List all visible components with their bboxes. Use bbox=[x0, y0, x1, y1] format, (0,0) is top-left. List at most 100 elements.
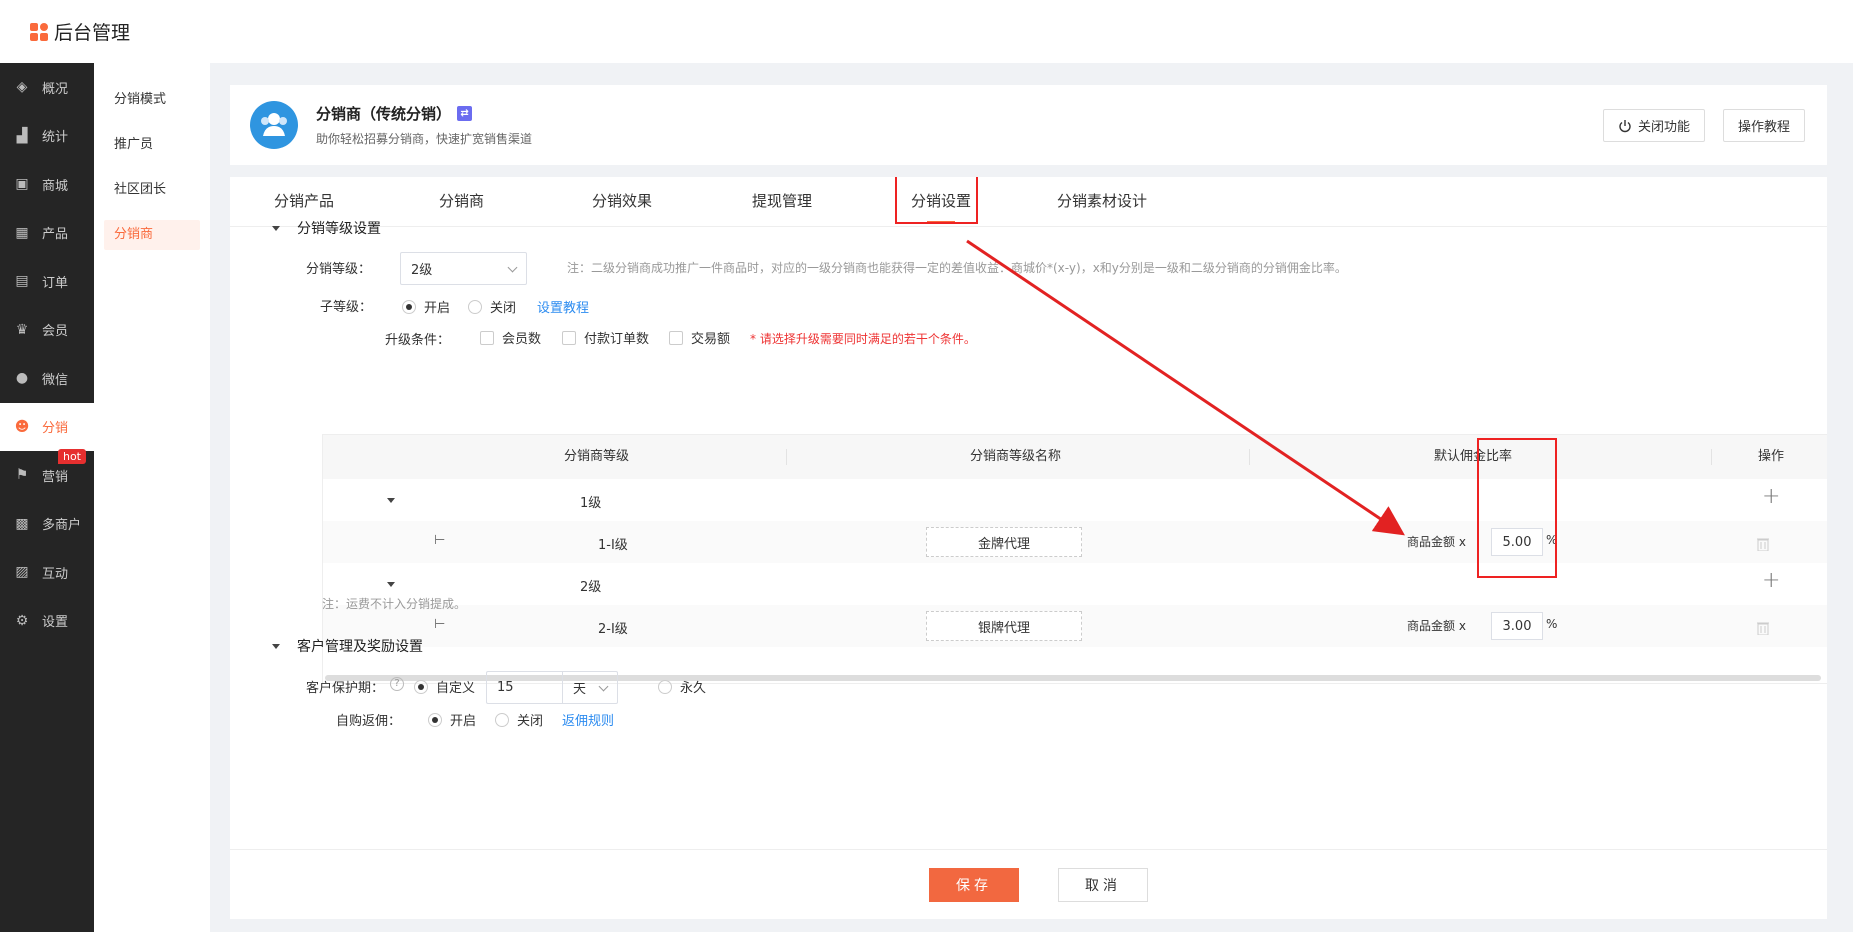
sub-level-label: 子等级： bbox=[320, 300, 373, 315]
nav-item-6[interactable]: ● 微信 bbox=[0, 354, 94, 403]
main-nav: ◈ 概况 ▟ 统计 ▣ 商城 ▦ 产品 ▤ 订单 ♛ 会员 ● 微信 ☻ 分销 ⚑ 营销 hot ▩ 多商户 ▨ 互动 ⚙ 设置 bbox=[0, 63, 94, 932]
rebate-off-label: 关闭 bbox=[517, 714, 544, 729]
rebate-on-radio[interactable]: 开启 bbox=[428, 710, 476, 729]
chart-icon: ▟ bbox=[16, 127, 28, 144]
plugin-title-text: 分销商（传统分销） bbox=[316, 105, 452, 123]
nav-item-8[interactable]: ⚑ 营销 hot bbox=[0, 449, 94, 500]
plugin-avatar-icon bbox=[250, 101, 298, 149]
hot-badge: hot bbox=[57, 449, 86, 464]
col-divider bbox=[1249, 449, 1250, 465]
col-name: 分销商等级名称 bbox=[970, 449, 1062, 464]
protect-unit-value: 天 bbox=[573, 682, 587, 697]
order-icon: ▤ bbox=[15, 273, 29, 290]
add-sublevel-button[interactable]: + bbox=[1762, 484, 1780, 509]
level-label: 分销等级： bbox=[306, 262, 372, 277]
nav-item-2[interactable]: ▣ 商城 bbox=[0, 160, 94, 209]
nav-item-4[interactable]: ▤ 订单 bbox=[0, 257, 94, 306]
level-name-input[interactable]: 金牌代理 bbox=[926, 527, 1082, 557]
protect-unit-select[interactable]: 天 bbox=[562, 671, 618, 704]
help-icon[interactable]: ? bbox=[390, 677, 404, 691]
subnav-item-3[interactable]: 分销商 bbox=[104, 220, 200, 250]
subnav-item-0[interactable]: 分销模式 bbox=[104, 85, 200, 115]
rate-input[interactable]: 3.00 bbox=[1491, 612, 1543, 640]
settings-panel: 分销产品 分销商 分销效果 提现管理 分销设置 分销素材设计 分销等级设置 分销… bbox=[230, 177, 1827, 849]
top-header: 后台管理 bbox=[0, 0, 1853, 63]
nav-item-11[interactable]: ⚙ 设置 bbox=[0, 597, 94, 646]
nav-item-5[interactable]: ♛ 会员 bbox=[0, 306, 94, 355]
expand-caret-icon[interactable] bbox=[387, 498, 395, 503]
rate-prefix: 商品金额 x bbox=[1407, 619, 1466, 633]
save-button[interactable]: 保存 bbox=[929, 868, 1019, 902]
protect-forever-label: 永久 bbox=[680, 681, 707, 696]
add-sublevel-button[interactable]: + bbox=[1762, 568, 1780, 593]
table-row: 1级 + bbox=[323, 479, 1827, 521]
nav-item-7[interactable]: ☻ 分销 bbox=[0, 402, 94, 451]
close-feature-button[interactable]: 关闭功能 bbox=[1602, 109, 1705, 142]
close-feature-label: 关闭功能 bbox=[1637, 120, 1690, 135]
crown-icon: ♛ bbox=[15, 321, 29, 338]
nav-item-label: 分销 bbox=[42, 421, 69, 437]
rebate-off-radio[interactable]: 关闭 bbox=[495, 710, 543, 729]
nav-item-1[interactable]: ▟ 统计 bbox=[0, 112, 94, 161]
nav-item-3[interactable]: ▦ 产品 bbox=[0, 209, 94, 258]
nav-item-label: 统计 bbox=[42, 130, 69, 146]
level-select[interactable]: 2级 bbox=[400, 252, 527, 285]
trash-icon[interactable] bbox=[1757, 537, 1769, 551]
plugin-header: 分销商（传统分销） ⇄ 助你轻松招募分销商，快速扩宽销售渠道 关闭功能 操作教程 bbox=[230, 85, 1827, 165]
upgrade-amount-label: 交易额 bbox=[691, 332, 731, 347]
table-header: 分销商等级 分销商等级名称 默认佣金比率 操作 bbox=[323, 435, 1827, 479]
subnav-item-1[interactable]: 推广员 bbox=[104, 130, 200, 160]
level-section-title[interactable]: 分销等级设置 bbox=[272, 218, 381, 238]
users-icon: ☻ bbox=[14, 418, 30, 435]
col-divider bbox=[1711, 449, 1712, 465]
upgrade-members-checkbox[interactable]: 会员数 bbox=[480, 328, 541, 347]
tab-distributors[interactable]: 分销商 bbox=[439, 177, 484, 227]
nav-item-10[interactable]: ▨ 互动 bbox=[0, 548, 94, 597]
level-cell: 2-I级 bbox=[598, 622, 628, 637]
nav-item-9[interactable]: ▩ 多商户 bbox=[0, 500, 94, 549]
expand-caret-icon[interactable] bbox=[387, 582, 395, 587]
nav-item-label: 微信 bbox=[42, 372, 69, 388]
interact-icon: ▨ bbox=[15, 564, 29, 581]
tab-effect[interactable]: 分销效果 bbox=[592, 177, 652, 227]
rate-prefix: 商品金额 x bbox=[1407, 535, 1466, 549]
upgrade-orders-checkbox[interactable]: 付款订单数 bbox=[562, 328, 649, 347]
sub-level-off-label: 关闭 bbox=[490, 301, 517, 316]
subnav-item-2[interactable]: 社区团长 bbox=[104, 175, 200, 205]
customer-section-title[interactable]: 客户管理及奖励设置 bbox=[272, 636, 423, 656]
rebate-on-label: 开启 bbox=[450, 714, 477, 729]
plugin-badge-icon: ⇄ bbox=[457, 106, 473, 121]
store-icon: ▣ bbox=[15, 176, 29, 193]
rebate-label: 自购返佣： bbox=[336, 714, 402, 729]
plugin-subtitle: 助你轻松招募分销商，快速扩宽销售渠道 bbox=[316, 132, 533, 146]
col-level: 分销商等级 bbox=[564, 449, 630, 464]
nav-item-label: 会员 bbox=[42, 324, 69, 340]
level-section-title-text: 分销等级设置 bbox=[297, 221, 381, 237]
level-note: 注：二级分销商成功推广一件商品时，对应的一级分销商也能获得一定的差值收益：商城价… bbox=[567, 261, 1347, 275]
level-name-input[interactable]: 银牌代理 bbox=[926, 611, 1082, 641]
cancel-button[interactable]: 取消 bbox=[1058, 868, 1148, 902]
tab-withdraw[interactable]: 提现管理 bbox=[752, 177, 812, 227]
table-row: 2级 + bbox=[323, 563, 1827, 605]
protect-days-input[interactable]: 15 bbox=[486, 671, 562, 704]
sub-level-off-radio[interactable]: 关闭 bbox=[468, 297, 516, 316]
nav-item-label: 商城 bbox=[42, 178, 69, 194]
tutorial-button[interactable]: 操作教程 bbox=[1722, 109, 1805, 142]
level-cell: 1级 bbox=[580, 496, 602, 511]
trash-icon[interactable] bbox=[1757, 621, 1769, 635]
nav-item-0[interactable]: ◈ 概况 bbox=[0, 63, 94, 112]
sub-level-on-radio[interactable]: 开启 bbox=[402, 297, 450, 316]
upgrade-amount-checkbox[interactable]: 交易额 bbox=[669, 328, 730, 347]
protect-forever-radio[interactable]: 永久 bbox=[658, 677, 706, 696]
tab-materials[interactable]: 分销素材设计 bbox=[1057, 177, 1147, 227]
sub-level-tutorial-link[interactable]: 设置教程 bbox=[537, 297, 589, 316]
protect-label: 客户保护期： bbox=[306, 681, 385, 696]
level-table: 分销商等级 分销商等级名称 默认佣金比率 操作 1级 + ⊢ 1-I级 金牌代理… bbox=[322, 434, 1827, 684]
sub-level-on-label: 开启 bbox=[424, 301, 451, 316]
protect-custom-radio[interactable]: 自定义 bbox=[414, 677, 475, 696]
rebate-rules-link[interactable]: 返佣规则 bbox=[562, 710, 614, 729]
upgrade-members-label: 会员数 bbox=[502, 332, 542, 347]
collapse-caret-icon bbox=[272, 643, 280, 649]
upgrade-label: 升级条件： bbox=[385, 333, 451, 348]
gear-icon: ⚙ bbox=[15, 612, 29, 629]
